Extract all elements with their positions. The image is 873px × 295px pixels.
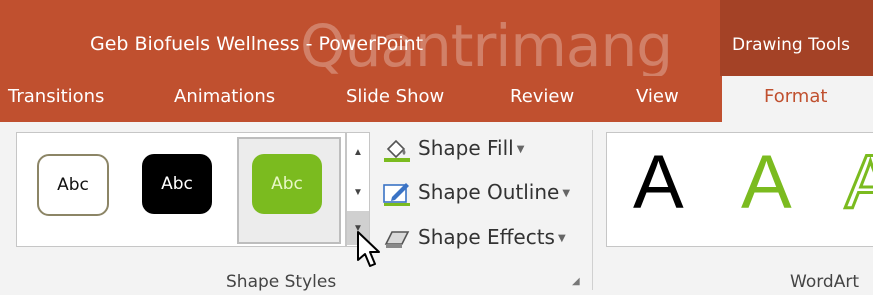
tab-transitions[interactable]: Transitions <box>8 86 104 107</box>
shape-style-swatch[interactable]: Abc <box>142 154 212 214</box>
dropdown-arrow-icon: ▼ <box>557 233 566 244</box>
wordart-sample[interactable]: A <box>844 143 873 222</box>
scroll-up-button[interactable]: ▲ <box>347 137 369 167</box>
tab-animations[interactable]: Animations <box>174 86 275 107</box>
shape-style-swatch[interactable]: Abc <box>37 154 109 216</box>
scroll-down-button[interactable]: ▼ <box>347 177 369 207</box>
paint-bucket-icon <box>384 139 410 162</box>
title-bar: Geb Biofuels Wellness - PowerPoint Quant… <box>0 0 873 80</box>
contextual-tab-group: Drawing Tools <box>720 0 873 76</box>
wordart-sample[interactable]: A <box>633 145 684 221</box>
tab-format[interactable]: Format <box>722 76 873 122</box>
dialog-launcher-icon[interactable]: ◢ <box>572 276 584 288</box>
shape-effects-button[interactable]: Shape Effects ▼ <box>382 225 566 255</box>
shape-styles-group-label: Shape Styles <box>226 272 337 292</box>
shape-effects-label: Shape Effects <box>418 225 555 249</box>
shape-outline-button[interactable]: Shape Outline ▼ <box>382 180 570 210</box>
mouse-pointer-icon <box>357 231 380 267</box>
shape-outline-label: Shape Outline <box>418 180 560 204</box>
window-title: Geb Biofuels Wellness - PowerPoint <box>90 33 424 55</box>
shape-effects-icon <box>384 230 410 248</box>
tab-view[interactable]: View <box>636 86 679 107</box>
shape-fill-label: Shape Fill <box>418 136 514 160</box>
tab-slide-show[interactable]: Slide Show <box>346 86 444 107</box>
tab-review[interactable]: Review <box>510 86 574 107</box>
dropdown-arrow-icon: ▼ <box>562 188 571 199</box>
wordart-sample[interactable]: A <box>741 145 792 221</box>
wordart-group-label: WordArt <box>790 272 859 292</box>
group-divider <box>592 130 593 290</box>
tab-format-label: Format <box>764 86 828 107</box>
drawing-tools-label: Drawing Tools <box>732 35 850 55</box>
shape-styles-gallery: Abc Abc Abc <box>16 132 346 247</box>
shape-style-swatch-selected[interactable]: Abc <box>252 154 322 214</box>
ribbon-tabs: Transitions Animations Slide Show Review… <box>0 76 873 122</box>
dropdown-arrow-icon: ▼ <box>516 144 525 155</box>
shape-fill-button[interactable]: Shape Fill ▼ <box>382 136 524 166</box>
wordart-gallery: A A A <box>606 132 873 247</box>
pencil-outline-icon <box>383 182 410 206</box>
